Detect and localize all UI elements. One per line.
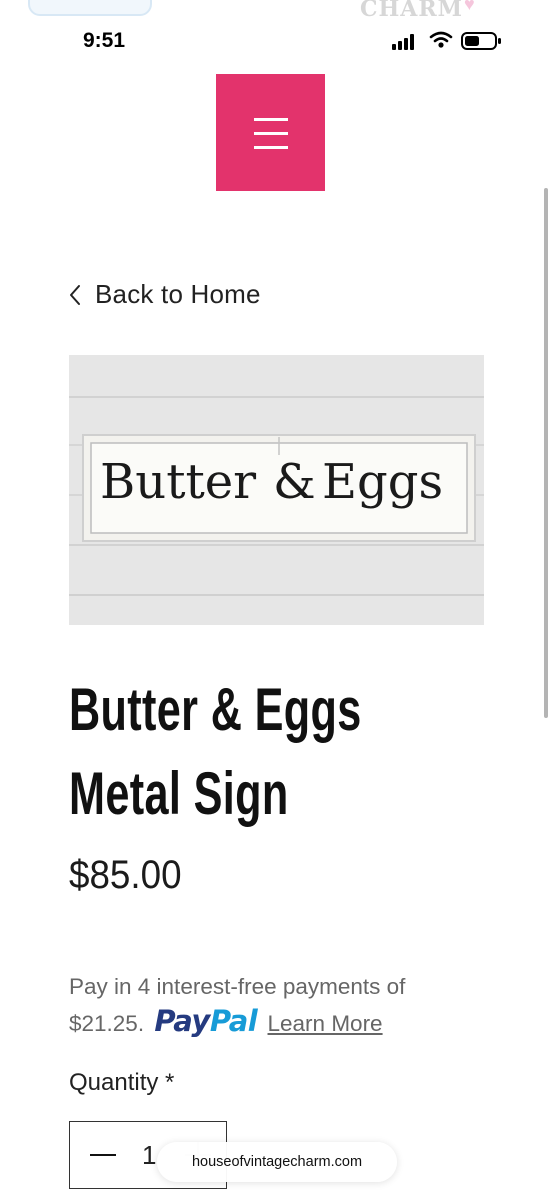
learn-more-link[interactable]: Learn More <box>268 1011 383 1036</box>
back-to-home-link[interactable]: Back to Home <box>69 279 261 310</box>
site-logo-partial: CHARM <box>360 0 464 22</box>
quantity-label: Quantity * <box>69 1069 175 1096</box>
sign-text-left: Butter <box>100 454 256 510</box>
product-title: Butter & Eggs Metal Sign <box>69 668 371 836</box>
back-link-label: Back to Home <box>95 279 261 309</box>
browser-url-bar[interactable]: houseofvintagecharm.com <box>157 1142 397 1182</box>
product-price: $85.00 <box>69 853 182 897</box>
url-text: houseofvintagecharm.com <box>191 1154 363 1170</box>
minus-icon[interactable] <box>90 1154 116 1156</box>
hamburger-menu-icon-bar <box>254 146 288 149</box>
hamburger-menu-icon <box>254 118 288 121</box>
chevron-left-icon <box>70 284 80 305</box>
paypal-logo-icon: PayPal <box>154 1004 257 1038</box>
sign-text-amp: & <box>273 454 316 510</box>
product-title-line2: Metal Sign <box>69 760 289 827</box>
logo-decoration <box>28 0 152 16</box>
scrollbar[interactable] <box>544 188 548 718</box>
paypal-amount: $21.25. <box>69 1011 145 1036</box>
product-title-line1: Butter & Eggs <box>69 676 362 743</box>
paypal-logo-pay: Pay <box>154 1004 210 1038</box>
wifi-icon <box>429 31 453 48</box>
quantity-value[interactable]: 1 <box>142 1140 156 1171</box>
hamburger-menu-icon-bar <box>254 132 288 135</box>
paypal-message: Pay in 4 interest-free payments of $21.2… <box>69 970 459 1041</box>
product-image[interactable]: Butter & Eggs <box>69 355 484 625</box>
paypal-message-text: Pay in 4 interest-free payments of <box>69 974 406 999</box>
sign-text-right: Eggs <box>322 454 443 510</box>
signal-icon <box>392 34 414 50</box>
paypal-logo-pal: Pal <box>209 1004 258 1038</box>
battery-icon <box>461 32 501 50</box>
heart-icon: ♥ <box>464 0 475 14</box>
header-logo-strip: CHARM ♥ <box>0 0 553 22</box>
status-time: 9:51 <box>83 29 126 52</box>
menu-button[interactable] <box>216 74 325 191</box>
